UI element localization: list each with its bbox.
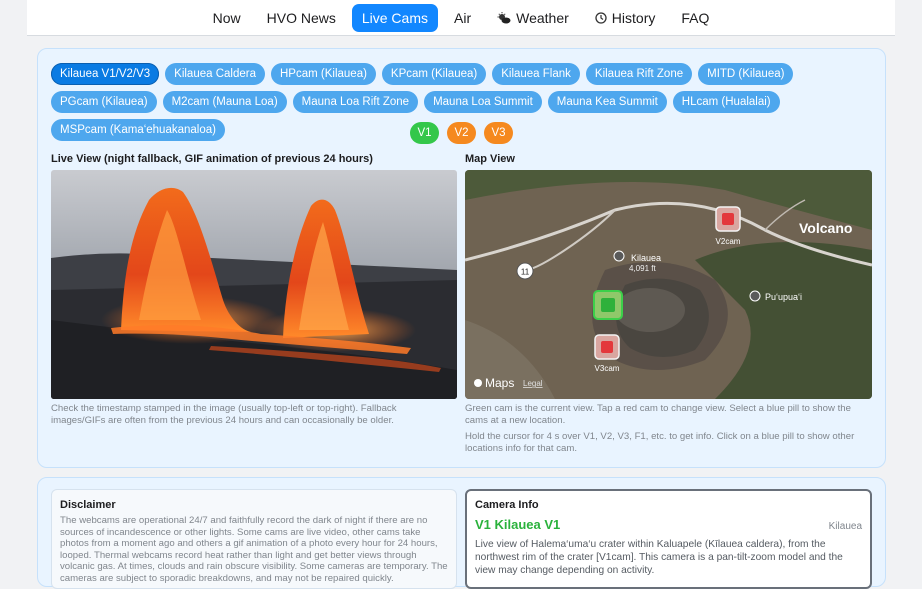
camera-info-card: Camera Info V1 Kilauea V1 Kilauea Live v… — [465, 489, 872, 589]
pill-pgcam[interactable]: PGcam (Kilauea) — [51, 91, 157, 113]
view-buttons: V1 V2 V3 — [410, 122, 513, 144]
clock-icon — [595, 11, 607, 24]
nav-hvo-news[interactable]: HVO News — [257, 4, 346, 32]
view-button-v3[interactable]: V3 — [484, 122, 513, 144]
live-view-title: Live View (night fallback, GIF animation… — [51, 153, 373, 165]
info-panel: Disclaimer The webcams are operational 2… — [37, 477, 886, 589]
map-label-elevation: 4,091 ft — [629, 264, 656, 273]
map-label-volcano: Volcano — [799, 220, 852, 236]
pill-m2cam[interactable]: M2cam (Mauna Loa) — [162, 91, 287, 113]
nav-weather[interactable]: Weather — [487, 4, 579, 32]
map-label-puupuai: Pu‘upua‘i — [765, 292, 802, 302]
pill-kpcam[interactable]: KPcam (Kilauea) — [381, 63, 487, 85]
route-11-marker: 11 — [516, 262, 534, 280]
nav-label: History — [611, 9, 656, 26]
pill-mspcam[interactable]: MSPcam (Kama‘ehuakanaloa) — [51, 119, 225, 141]
pill-mauna-loa-rift-zone[interactable]: Mauna Loa Rift Zone — [292, 91, 419, 113]
map-label-kilauea: Kilauea — [631, 253, 661, 263]
live-view-image[interactable] — [51, 170, 457, 399]
nav-label: Live Cams — [361, 9, 428, 26]
live-cams-panel: Kilauea V1/V2/V3 Kilauea Caldera HPcam (… — [37, 48, 886, 468]
disclaimer-text: The webcams are operational 24/7 and fai… — [60, 515, 448, 584]
camera-description: Live view of Halema‘uma‘u crater within … — [475, 539, 843, 576]
svg-text:11: 11 — [521, 268, 530, 277]
pill-mauna-loa-summit[interactable]: Mauna Loa Summit — [424, 91, 542, 113]
camera-info-title: Camera Info — [475, 499, 539, 511]
v1cam-marker-current[interactable] — [593, 290, 623, 320]
nav-label: Weather — [516, 9, 569, 26]
nav-label: Now — [212, 9, 241, 26]
view-button-v1[interactable]: V1 — [410, 122, 439, 144]
cloud-sun-icon — [497, 11, 511, 23]
svg-text:Maps: Maps — [485, 376, 514, 390]
map-label-v3cam: V3cam — [595, 364, 620, 373]
pill-mauna-kea-summit[interactable]: Mauna Kea Summit — [547, 91, 667, 113]
pill-kilauea-v1v2v3[interactable]: Kilauea V1/V2/V3 — [51, 63, 160, 85]
pill-mitd[interactable]: MITD (Kilauea) — [698, 63, 794, 85]
nav-air[interactable]: Air — [444, 4, 481, 32]
pill-hpcam[interactable]: HPcam (Kilauea) — [271, 63, 376, 85]
disclaimer-title: Disclaimer — [60, 499, 116, 511]
camera-region: Kilauea — [828, 521, 862, 532]
nav-label: Air — [454, 9, 472, 26]
nav-faq[interactable]: FAQ — [671, 4, 719, 32]
map-view-title: Map View — [465, 153, 515, 165]
pill-kilauea-rift-zone[interactable]: Kilauea Rift Zone — [585, 63, 693, 85]
v3cam-marker[interactable] — [594, 334, 620, 360]
nav-label: HVO News — [266, 9, 336, 26]
nav-label: FAQ — [681, 9, 710, 26]
map-legal-link[interactable]: Legal — [523, 379, 543, 388]
pill-kilauea-flank[interactable]: Kilauea Flank — [492, 63, 580, 85]
nav-now[interactable]: Now — [203, 4, 251, 32]
map-label-v2cam: V2cam — [716, 237, 741, 246]
lava-fountain-image — [51, 170, 457, 399]
satellite-map: 11 Volcano Kilauea 4,091 ft Pu‘upua‘i V2… — [465, 170, 872, 399]
live-view-note: Check the timestamp stamped in the image… — [51, 403, 397, 426]
view-button-v2[interactable]: V2 — [447, 122, 476, 144]
disclaimer-card: Disclaimer The webcams are operational 2… — [51, 489, 457, 589]
pill-hlcam[interactable]: HLcam (Hualalai) — [672, 91, 780, 113]
pill-kilauea-caldera[interactable]: Kilauea Caldera — [165, 63, 265, 85]
v2cam-marker[interactable] — [715, 206, 741, 232]
map-view-note-2: Hold the cursor for 4 s over V1, V2, V3,… — [465, 431, 855, 454]
nav-history[interactable]: History — [585, 4, 666, 32]
nav-live-cams[interactable]: Live Cams — [351, 3, 438, 32]
map-view[interactable]: 11 Volcano Kilauea 4,091 ft Pu‘upua‘i V2… — [465, 170, 872, 399]
camera-name: V1 Kilauea V1 — [475, 517, 561, 532]
map-view-note-1: Green cam is the current view. Tap a red… — [465, 403, 851, 426]
top-nav: Now HVO News Live Cams Air Weather Histo… — [27, 0, 895, 36]
